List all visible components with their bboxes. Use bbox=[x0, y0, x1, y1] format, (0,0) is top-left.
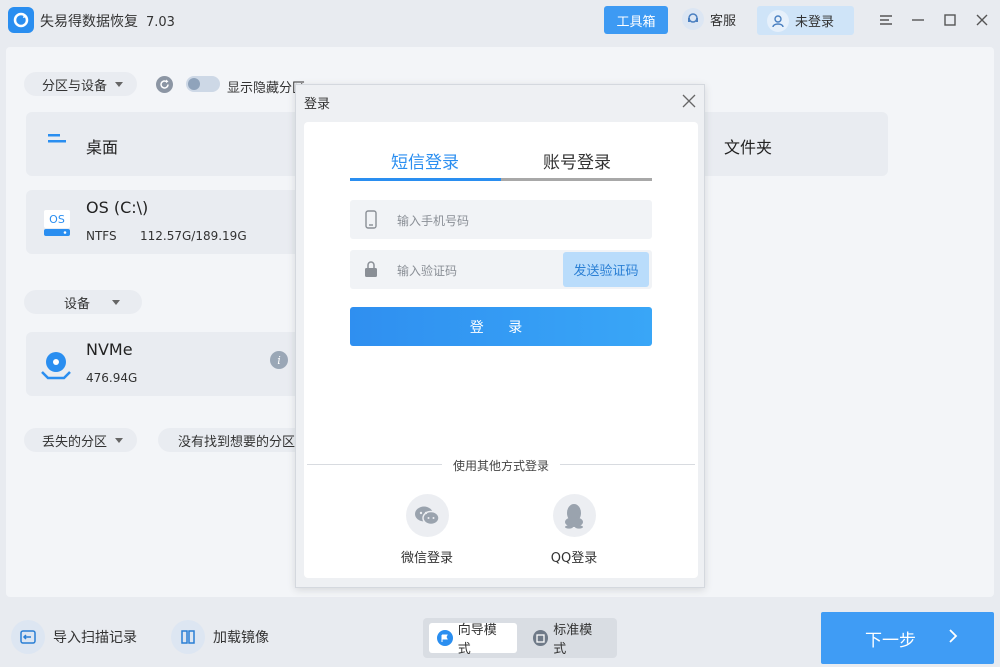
menu-icon[interactable] bbox=[876, 10, 896, 30]
folder-label: 文件夹 bbox=[724, 138, 773, 157]
desktop-label: 桌面 bbox=[86, 138, 119, 157]
next-step-button[interactable]: 下一步 bbox=[821, 612, 994, 664]
import-scan-label: 导入扫描记录 bbox=[53, 630, 137, 646]
close-icon[interactable] bbox=[972, 10, 992, 30]
lost-partition-label: 丢失的分区 bbox=[42, 434, 108, 450]
app-version: 7.03 bbox=[146, 15, 175, 30]
tab-sms-login[interactable]: 短信登录 bbox=[350, 148, 500, 173]
partition-device-dropdown[interactable]: 分区与设备 bbox=[24, 72, 138, 96]
phone-icon bbox=[365, 210, 377, 233]
other-methods-label: 使用其他方式登录 bbox=[452, 459, 549, 473]
device-dropdown-label: 设备 bbox=[64, 296, 91, 312]
nvme-size: 476.94G bbox=[86, 371, 138, 385]
load-image-button[interactable]: 加载镜像 bbox=[171, 620, 269, 654]
window-controls bbox=[876, 10, 992, 30]
partition-dropdown-label: 分区与设备 bbox=[42, 78, 108, 94]
wechat-login-button[interactable]: 微信登录 bbox=[387, 494, 467, 566]
close-icon[interactable] bbox=[680, 92, 698, 110]
show-hidden-label: 显示隐藏分区 bbox=[227, 81, 306, 96]
standard-mode-icon bbox=[533, 630, 549, 646]
qq-login-label: QQ登录 bbox=[550, 551, 598, 566]
login-button[interactable]: 登 录 bbox=[350, 307, 652, 346]
tab-inactive-indicator bbox=[501, 178, 652, 181]
not-found-partition-link[interactable]: 没有找到想要的分区 bbox=[158, 428, 310, 452]
maximize-icon[interactable] bbox=[940, 10, 960, 30]
next-step-label: 下一步 bbox=[865, 630, 916, 651]
wechat-login-label: 微信登录 bbox=[400, 551, 453, 566]
title-bar: 失易得数据恢复 7.03 工具箱 客服 未登录 bbox=[0, 0, 1000, 40]
divider-right bbox=[560, 464, 695, 465]
nvme-name: NVMe bbox=[86, 340, 133, 359]
send-code-button[interactable]: 发送验证码 bbox=[563, 252, 649, 287]
os-drive-card[interactable]: OS OS (C:\) NTFS 112.57G/189.19G bbox=[26, 190, 306, 254]
standard-mode-tab[interactable]: 标准模式 bbox=[525, 623, 611, 657]
disk-icon bbox=[40, 348, 72, 384]
login-dialog: 登录 短信登录 账号登录 输入手机号码 输入验证码 发送验证码 登 录 使用其他… bbox=[295, 84, 705, 588]
standard-mode-label: 标准模式 bbox=[553, 623, 593, 657]
import-icon bbox=[11, 620, 45, 654]
book-icon bbox=[171, 620, 205, 654]
dialog-body: 短信登录 账号登录 输入手机号码 输入验证码 发送验证码 登 录 使用其他方式登… bbox=[304, 122, 698, 578]
os-drive-fs: NTFS bbox=[86, 229, 117, 243]
minimize-icon[interactable] bbox=[908, 10, 928, 30]
info-icon[interactable]: i bbox=[270, 351, 288, 369]
mode-switch: 向导模式 标准模式 bbox=[423, 618, 617, 658]
login-status-label: 未登录 bbox=[795, 15, 835, 30]
lock-icon bbox=[364, 260, 378, 282]
tab-account-login[interactable]: 账号登录 bbox=[502, 148, 652, 173]
tab-active-indicator bbox=[350, 178, 501, 181]
chevron-down-icon bbox=[115, 437, 124, 443]
desktop-icon bbox=[46, 132, 68, 154]
guide-mode-tab[interactable]: 向导模式 bbox=[429, 623, 517, 657]
qq-login-button[interactable]: QQ登录 bbox=[534, 494, 614, 566]
lost-partition-dropdown[interactable]: 丢失的分区 bbox=[24, 428, 138, 452]
phone-placeholder: 输入手机号码 bbox=[397, 214, 470, 228]
chevron-down-icon bbox=[112, 299, 121, 305]
guide-mode-label: 向导模式 bbox=[457, 623, 497, 657]
show-hidden-toggle[interactable] bbox=[186, 76, 220, 92]
device-dropdown[interactable]: 设备 bbox=[24, 290, 142, 314]
flag-icon bbox=[437, 630, 453, 646]
login-status-button[interactable]: 未登录 bbox=[757, 6, 854, 35]
import-scan-button[interactable]: 导入扫描记录 bbox=[11, 620, 137, 654]
chevron-right-icon bbox=[948, 628, 958, 649]
os-drive-usage: 112.57G/189.19G bbox=[140, 229, 247, 243]
phone-field[interactable]: 输入手机号码 bbox=[350, 200, 652, 239]
not-found-label: 没有找到想要的分区 bbox=[178, 434, 296, 450]
headset-icon bbox=[682, 8, 704, 30]
os-badge: OS bbox=[49, 213, 65, 226]
load-image-label: 加载镜像 bbox=[213, 630, 269, 646]
qq-icon bbox=[552, 494, 596, 537]
refresh-icon[interactable] bbox=[156, 76, 173, 93]
wechat-icon bbox=[405, 494, 449, 537]
code-placeholder: 输入验证码 bbox=[397, 264, 458, 278]
drive-icon: OS bbox=[42, 206, 72, 238]
code-field[interactable]: 输入验证码 发送验证码 bbox=[350, 250, 652, 289]
toolbox-button[interactable]: 工具箱 bbox=[604, 6, 668, 34]
app-name: 失易得数据恢复 bbox=[40, 14, 138, 30]
app-logo-icon bbox=[8, 7, 34, 33]
customer-service-button[interactable]: 客服 bbox=[682, 8, 736, 30]
app-title: 失易得数据恢复 7.03 bbox=[40, 11, 175, 31]
user-icon bbox=[767, 9, 789, 32]
service-label: 客服 bbox=[710, 13, 737, 29]
nvme-card[interactable]: NVMe 476.94G i bbox=[26, 332, 306, 396]
dialog-title: 登录 bbox=[304, 97, 331, 112]
chevron-down-icon bbox=[115, 81, 124, 87]
os-drive-name: OS (C:\) bbox=[86, 198, 149, 217]
